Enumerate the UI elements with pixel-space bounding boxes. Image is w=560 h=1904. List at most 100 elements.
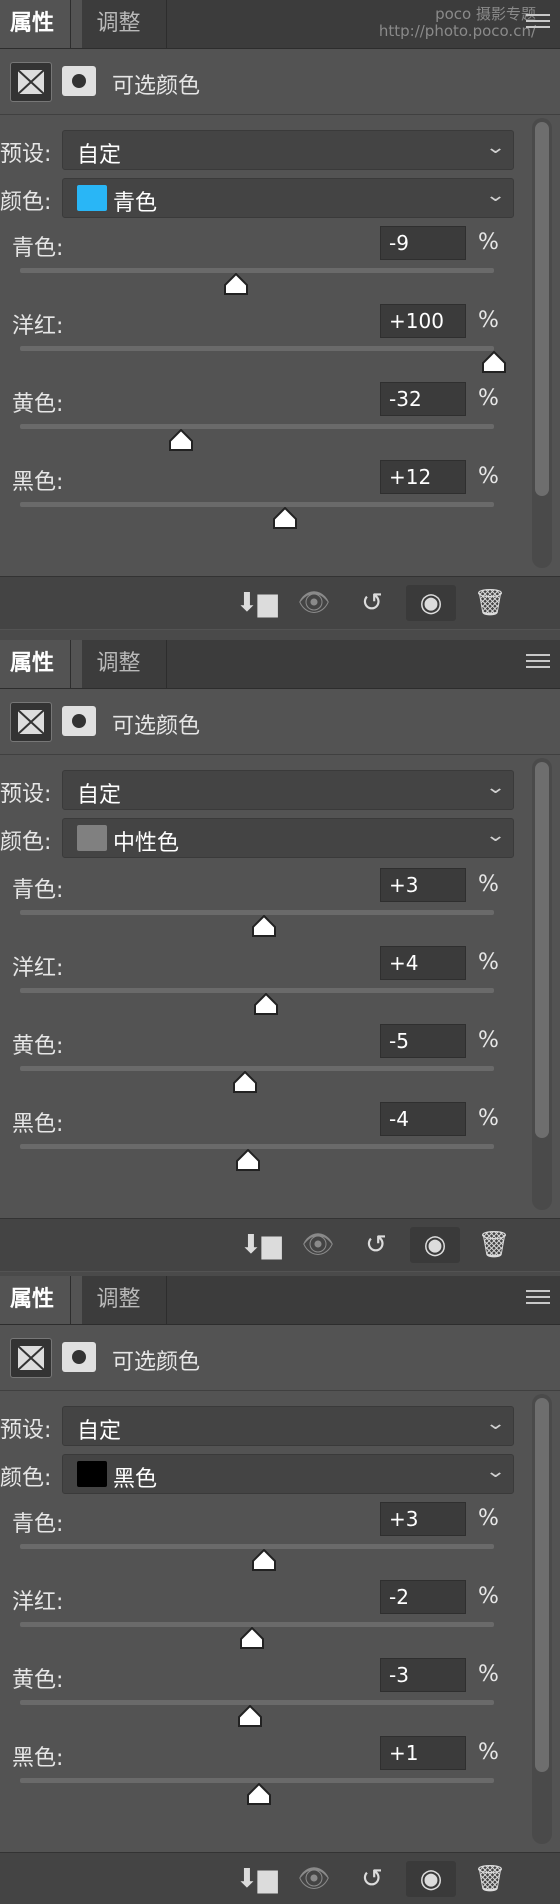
scrollbar-knob[interactable] [535,762,549,1138]
color-swatch [77,185,107,211]
reset-icon[interactable]: ↺ [354,585,390,621]
percent-unit: % [478,1106,499,1131]
selective-color-adjustment-icon[interactable] [10,702,52,742]
view-previous-icon[interactable]: 👁 [300,1227,336,1263]
black-slider-track[interactable] [20,502,494,507]
clip-to-layer-icon[interactable]: ⬇▆ [240,1227,282,1263]
percent-unit: % [478,1584,499,1609]
visibility-eye-icon[interactable]: ◉ [406,585,456,621]
colors-value: 黑色 [113,1467,158,1492]
black-value-input[interactable]: +12 [380,460,466,494]
yellow-slider-thumb[interactable] [237,1705,262,1727]
watermark: poco 摄影专题 http://photo.poco.cn/ [379,6,536,40]
preset-label: 预设: [0,782,52,807]
clip-to-layer-icon[interactable]: ⬇▆ [236,1861,278,1897]
black-slider-thumb[interactable] [235,1149,260,1171]
cyan-slider-track[interactable] [20,268,494,273]
colors-select[interactable]: 中性色 ⌄ [62,818,514,858]
color-swatch [77,825,107,851]
black-value-input[interactable]: +1 [380,1736,466,1770]
magenta-slider-thumb[interactable] [482,351,506,373]
reset-icon[interactable]: ↺ [358,1227,394,1263]
colors-select[interactable]: 黑色 ⌄ [62,1454,514,1494]
selective-color-adjustment-icon[interactable] [10,62,52,102]
percent-unit: % [478,950,499,975]
slider-label-yellow: 黄色: [12,1668,64,1693]
slider-label-black: 黑色: [12,470,64,495]
trash-icon[interactable]: 🗑 [472,585,508,621]
cyan-value-input[interactable]: +3 [380,1502,466,1536]
preset-value: 自定 [77,1419,122,1444]
view-previous-icon[interactable]: 👁 [296,1861,332,1897]
reset-icon[interactable]: ↺ [354,1861,390,1897]
yellow-value-input[interactable]: -32 [380,382,466,416]
magenta-slider-thumb[interactable] [240,1627,265,1649]
percent-unit: % [478,1662,499,1687]
magenta-slider-track[interactable] [20,346,494,351]
yellow-slider-track[interactable] [20,424,494,429]
percent-unit: % [478,386,499,411]
tab-adjustments[interactable]: 调整 [70,1276,167,1324]
panel-menu-icon[interactable] [526,1290,550,1308]
black-slider-thumb[interactable] [247,1783,272,1805]
watermark-line-1: poco 摄影专题 [435,5,536,23]
scrollbar-knob[interactable] [535,1398,549,1772]
colors-label: 颜色: [0,190,52,215]
visibility-eye-icon[interactable]: ◉ [406,1861,456,1897]
cyan-value-input[interactable]: -9 [380,226,466,260]
scrollbar-knob[interactable] [535,122,549,496]
view-previous-icon[interactable]: 👁 [296,585,332,621]
preset-select[interactable]: 自定 ⌄ [62,130,514,170]
percent-unit: % [478,1740,499,1765]
cyan-slider-thumb[interactable] [223,273,248,295]
color-swatch [77,1461,107,1487]
panel-header: 可选颜色 [0,56,560,108]
yellow-slider-thumb[interactable] [169,429,194,451]
layer-mask-icon[interactable] [62,706,96,736]
panel-menu-icon[interactable] [526,654,550,672]
magenta-value-input[interactable]: -2 [380,1580,466,1614]
layer-mask-icon[interactable] [62,66,96,96]
yellow-value-input[interactable]: -5 [380,1024,466,1058]
clip-to-layer-icon[interactable]: ⬇▆ [236,585,278,621]
cyan-slider-thumb[interactable] [252,915,277,937]
preset-value: 自定 [77,783,122,808]
slider-label-magenta: 洋红: [12,1590,64,1615]
slider-label-magenta: 洋红: [12,956,64,981]
magenta-slider-thumb[interactable] [254,993,279,1015]
tab-bar: 属性 调整 [0,640,560,689]
yellow-value-input[interactable]: -3 [380,1658,466,1692]
black-value-input[interactable]: -4 [380,1102,466,1136]
scrollbar[interactable] [532,118,552,568]
cyan-value-input[interactable]: +3 [380,868,466,902]
slider-label-cyan: 青色: [12,878,64,903]
selective-color-adjustment-icon[interactable] [10,1338,52,1378]
tab-adjustments[interactable]: 调整 [70,640,167,688]
trash-icon[interactable]: 🗑 [472,1861,508,1897]
preset-label: 预设: [0,1418,52,1443]
tab-adjustments[interactable]: 调整 [70,0,167,48]
preset-label: 预设: [0,142,52,167]
divider [0,1390,560,1391]
tab-bar: 属性 调整 poco 摄影专题 http://photo.poco.cn/ [0,0,560,49]
scrollbar[interactable] [532,758,552,1210]
preset-select[interactable]: 自定 ⌄ [62,770,514,810]
properties-panel-3: 属性 调整 可选颜色 预设: 自定 ⌄ 颜色: 黑色 ⌄ 青色: +3 % 洋红… [0,1276,560,1904]
colors-select[interactable]: 青色 ⌄ [62,178,514,218]
adjustment-title: 可选颜色 [112,714,201,739]
layer-mask-icon[interactable] [62,1342,96,1372]
tab-bar: 属性 调整 [0,1276,560,1325]
visibility-eye-icon[interactable]: ◉ [410,1227,460,1263]
panel-menu-icon[interactable] [526,14,550,32]
percent-unit: % [478,1506,499,1531]
magenta-value-input[interactable]: +100 [380,304,466,338]
scrollbar[interactable] [532,1394,552,1844]
colors-value: 中性色 [113,831,180,856]
magenta-value-input[interactable]: +4 [380,946,466,980]
panel-footer: ⬇▆ 👁 ↺ ◉ 🗑 [0,1852,560,1904]
cyan-slider-thumb[interactable] [252,1549,277,1571]
yellow-slider-thumb[interactable] [233,1071,258,1093]
black-slider-thumb[interactable] [273,507,298,529]
trash-icon[interactable]: 🗑 [476,1227,512,1263]
preset-select[interactable]: 自定 ⌄ [62,1406,514,1446]
